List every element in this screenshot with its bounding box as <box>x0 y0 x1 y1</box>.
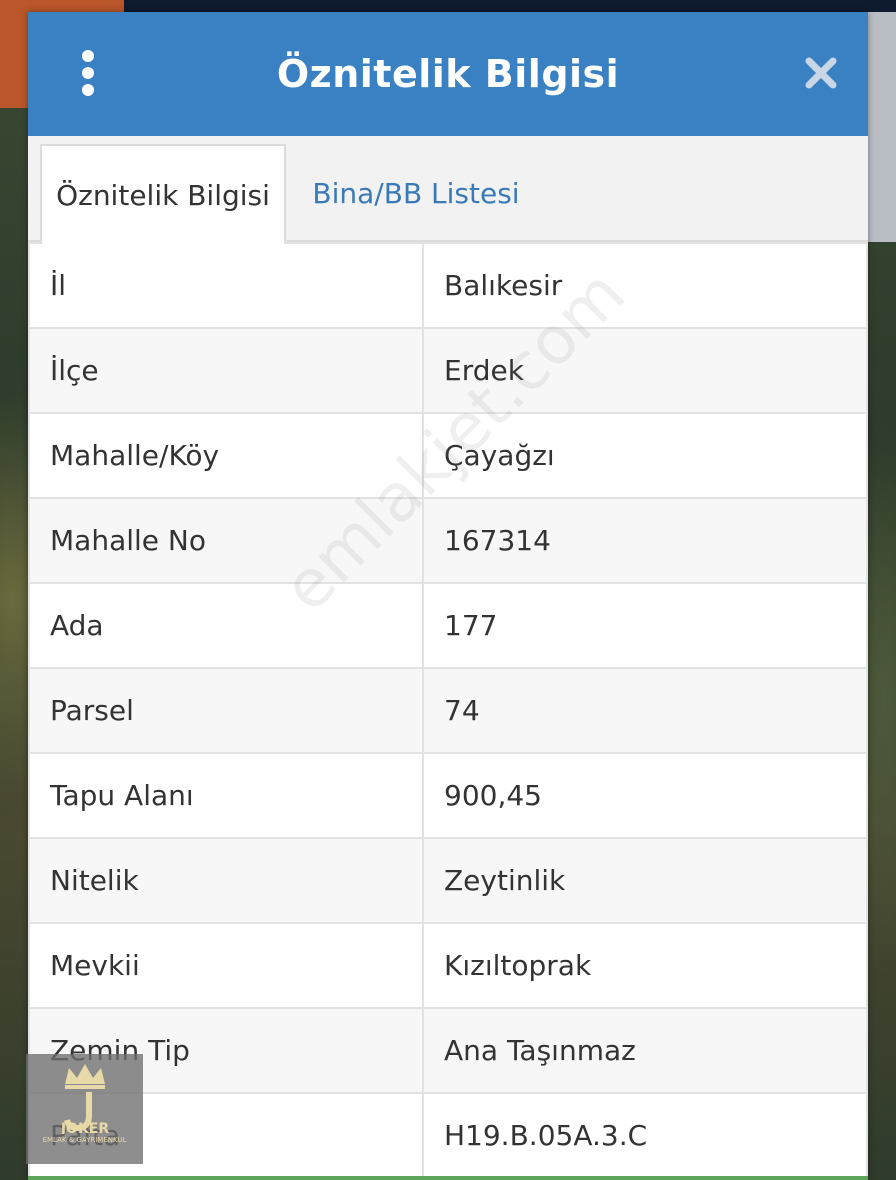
table-row: İl Balıkesir <box>28 242 868 329</box>
tab-bar: Öznitelik Bilgisi Bina/BB Listesi <box>28 136 868 244</box>
table-row: Nitelik Zeytinlik <box>28 837 868 924</box>
dialog-header: Öznitelik Bilgisi <box>28 12 868 136</box>
tab-attribute-info[interactable]: Öznitelik Bilgisi <box>40 144 286 244</box>
logo-subtitle: EMLAK & GAYRİMENKUL <box>42 1136 127 1144</box>
attribute-value: Kızıltoprak <box>422 922 868 1009</box>
attribute-value: Çayağzı <box>422 412 868 499</box>
table-row: Zemin Tip Ana Taşınmaz <box>28 1007 868 1094</box>
logo-name: JOKER <box>59 1121 109 1134</box>
attribute-value: H19.B.05A.3.C <box>422 1092 868 1179</box>
joker-crown-logo-icon: JOKER <box>59 1064 109 1134</box>
attribute-value: Erdek <box>422 327 868 414</box>
attribute-value: Ana Taşınmaz <box>422 1007 868 1094</box>
attribute-value: Balıkesir <box>422 242 868 329</box>
table-row: Mahalle/Köy Çayağzı <box>28 412 868 499</box>
attribute-value: 74 <box>422 667 868 754</box>
table-row: PaftaH19.B.05A.3.C <box>28 1092 868 1179</box>
attribute-value: 177 <box>422 582 868 669</box>
map-background-top <box>124 0 896 12</box>
tab-building-list[interactable]: Bina/BB Listesi <box>298 144 534 242</box>
table-row: Tapu Alanı 900,45 <box>28 752 868 839</box>
map-background-right <box>866 12 896 242</box>
attribute-value: 167314 <box>422 497 868 584</box>
attribute-dialog: Öznitelik Bilgisi Öznitelik Bilgisi Bina… <box>28 12 868 1180</box>
table-row: Ada 177 <box>28 582 868 669</box>
attribute-key: Nitelik <box>28 837 424 924</box>
attribute-key: İlçe <box>28 327 424 414</box>
attribute-key: Ada <box>28 582 424 669</box>
attribute-key: İl <box>28 242 424 329</box>
table-row: Mevkii Kızıltoprak <box>28 922 868 1009</box>
attribute-key: Mahalle/Köy <box>28 412 424 499</box>
table-row: Mahalle No 167314 <box>28 497 868 584</box>
attribute-key: Mevkii <box>28 922 424 1009</box>
dialog-title: Öznitelik Bilgisi <box>276 52 620 96</box>
bottom-accent-line <box>28 1176 868 1180</box>
table-row: Parsel 74 <box>28 667 868 754</box>
attribute-key: Mahalle No <box>28 497 424 584</box>
attribute-table: İl Balıkesir İlçe Erdek Mahalle/Köy Çayağzı Ma… <box>28 242 868 1179</box>
joker-logo: JOKER EMLAK & GAYRİMENKUL <box>26 1054 143 1164</box>
attribute-value: 900,45 <box>422 752 868 839</box>
more-vertical-icon[interactable] <box>78 50 98 96</box>
table-row: İlçe Erdek <box>28 327 868 414</box>
attribute-key: Parsel <box>28 667 424 754</box>
attribute-key: Tapu Alanı <box>28 752 424 839</box>
close-icon[interactable] <box>804 56 838 90</box>
attribute-value: Zeytinlik <box>422 837 868 924</box>
